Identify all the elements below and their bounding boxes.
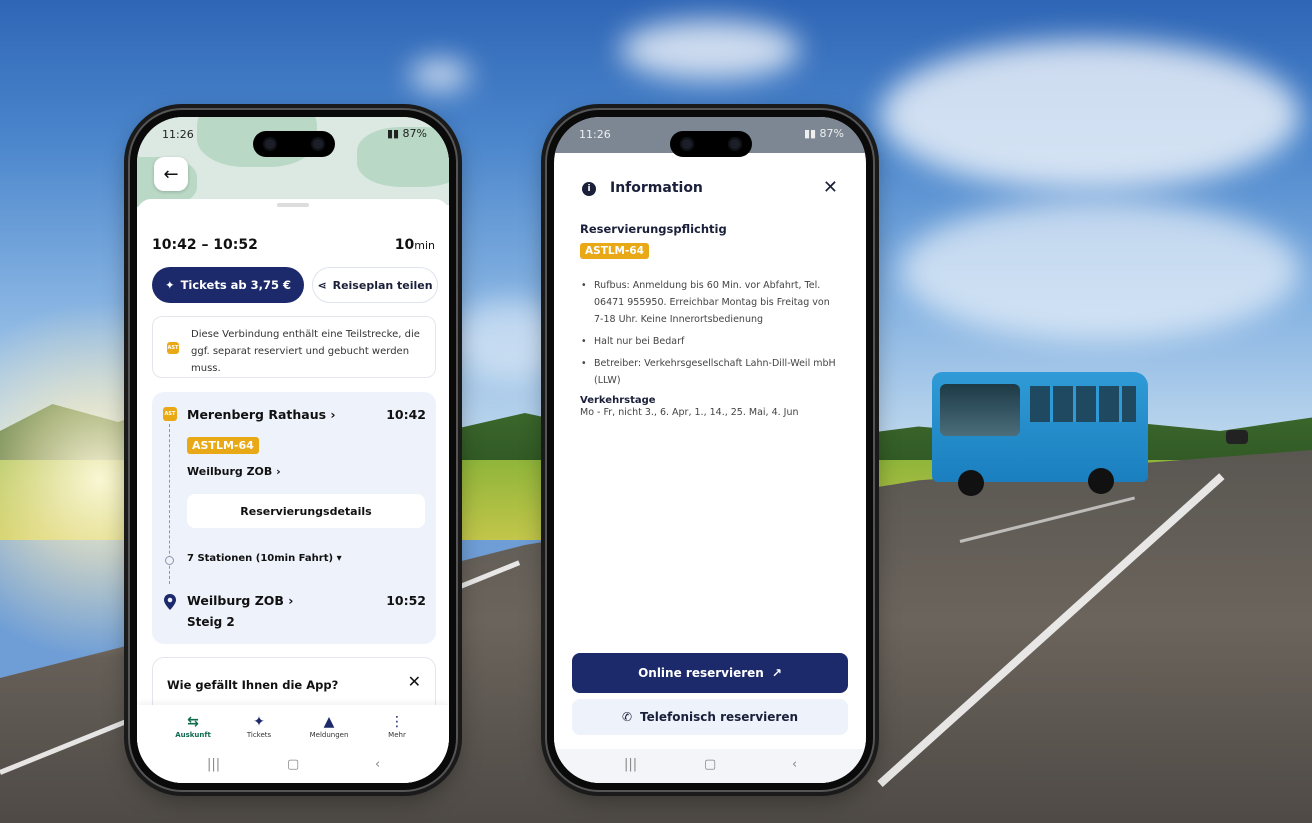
duration-value: 10 [394,237,415,253]
chevron-right-icon: › [330,407,336,422]
share-icon: ⋖ [317,278,327,292]
home-icon[interactable]: ▢ [704,757,716,772]
arrow-left-icon: ← [163,163,179,185]
destination-stop-name: Weilburg ZOB [187,593,284,608]
direction-link[interactable]: Weilburg ZOB › [187,465,281,478]
cloud [410,60,470,90]
origin-time: 10:42 [386,407,426,422]
dynamic-island [253,131,335,157]
share-plan-button[interactable]: ⋖ Reiseplan teilen [312,267,438,303]
cloud [880,40,1300,190]
phone-right-screen: 11:26 ▮▮ 87% i Information ✕ Reservierun… [554,117,866,783]
destination-time: 10:52 [386,593,426,608]
location-pin-icon [164,594,176,610]
chevron-right-icon: › [276,465,281,478]
tab-label: Tickets [246,731,272,739]
warning-icon: ▲ [323,714,335,730]
system-back-icon[interactable]: ‹ [792,757,797,772]
trip-sheet: 10:42 – 10:52 10min ✦ Tickets ab 3,75 € … [137,199,449,783]
line-badge: ASTLM-64 [580,243,649,259]
bus [918,372,1148,502]
trip-time-range: 10:42 – 10:52 [152,237,258,253]
info-list: Rufbus: Anmeldung bis 60 Min. vor Abfahr… [580,277,842,394]
tab-label: Mehr [388,731,406,739]
online-reserve-button[interactable]: Online reservieren ↗ [572,653,848,693]
tab-auskunft[interactable]: ⇆ Auskunft [163,713,223,739]
status-time: 11:26 [579,128,611,141]
system-back-icon[interactable]: ‹ [375,757,380,772]
home-icon[interactable]: ▢ [287,757,299,772]
ast-icon: AST [167,342,179,354]
platform-label: Steig 2 [187,615,235,629]
tab-label: Auskunft [175,731,211,739]
operating-days-heading: Verkehrstage [580,395,656,406]
battery-text: 87% [819,127,844,140]
tab-mehr[interactable]: ⋮ Mehr [367,713,427,739]
battery-level: ▮▮ 87% [386,127,427,140]
ticket-icon: ✦ [253,714,265,730]
dynamic-island [670,131,752,157]
partial-route-notice: AST Diese Verbindung enthält eine Teilst… [152,316,436,378]
reservation-details-button[interactable]: Reservierungsdetails [187,494,425,528]
reservation-required-heading: Reservierungspflichtig [580,222,727,236]
modal-title: Information [610,180,703,196]
destination-stop[interactable]: Weilburg ZOB › [187,593,293,608]
status-time: 11:26 [162,128,194,141]
list-item: Rufbus: Anmeldung bis 60 Min. vor Abfahr… [580,277,842,328]
share-button-label: Reiseplan teilen [332,278,433,292]
back-button[interactable]: ← [154,157,188,191]
system-nav-bar: ||| ▢ ‹ [137,749,449,783]
phone-right: 11:26 ▮▮ 87% i Information ✕ Reservierun… [545,108,875,792]
online-reserve-label: Online reservieren [638,666,764,680]
arrows-swap-icon: ⇆ [187,714,199,730]
phone-reserve-button[interactable]: ✆ Telefonisch reservieren [572,699,848,735]
intermediate-stops-dot [165,556,174,565]
notice-text: Diese Verbindung enthält eine Teilstreck… [191,329,420,374]
info-icon: i [582,182,596,196]
operating-days-value: Mo - Fr, nicht 3., 6. Apr, 1., 14., 25. … [580,407,799,418]
chevron-right-icon: › [288,593,294,608]
ast-icon: AST [163,407,177,421]
feedback-question: Wie gefällt Ihnen die App? [167,678,339,692]
phone-left: 11:26 ▮▮ 87% ← 10:42 – 10:52 10min ✦ Tic… [128,108,458,792]
close-icon[interactable]: ✕ [823,177,838,198]
stations-summary: 7 Stationen (10min Fahrt) [187,553,334,564]
phone-icon: ✆ [621,710,633,724]
stations-toggle[interactable]: 7 Stationen (10min Fahrt) ▾ [187,553,342,564]
tickets-button-label: Tickets ab 3,75 € [180,278,292,292]
route-card: AST Merenberg Rathaus › 10:42 ASTLM-64 W… [152,392,436,644]
cloud [620,20,800,80]
list-item: Betreiber: Verkehrsgesellschaft Lahn-Dil… [580,355,842,389]
duration-unit: min [414,239,435,252]
trip-duration: 10min [395,237,435,253]
more-vertical-icon: ⋮ [390,714,404,730]
phone-left-screen: 11:26 ▮▮ 87% ← 10:42 – 10:52 10min ✦ Tic… [137,117,449,783]
sheet-handle[interactable] [277,203,309,207]
system-nav-bar: ||| ▢ ‹ [554,749,866,783]
tickets-button[interactable]: ✦ Tickets ab 3,75 € [152,267,304,303]
line-badge: ASTLM-64 [187,437,259,454]
recent-apps-icon[interactable]: ||| [207,757,220,772]
external-link-icon: ↗ [771,666,782,680]
tab-meldungen[interactable]: ▲ Meldungen [299,713,359,739]
direction-name: Weilburg ZOB [187,465,273,478]
origin-stop[interactable]: Merenberg Rathaus › [187,407,336,422]
cloud [900,200,1300,340]
ticket-icon: ✦ [164,278,175,292]
list-item: Halt nur bei Bedarf [580,333,842,350]
car [1226,430,1248,444]
tab-label: Meldungen [309,731,349,739]
recent-apps-icon[interactable]: ||| [624,757,637,772]
caret-down-icon: ▾ [336,553,342,564]
battery-text: 87% [402,127,427,140]
close-icon[interactable]: ✕ [408,672,421,691]
phone-reserve-label: Telefonisch reservieren [640,710,799,724]
battery-level: ▮▮ 87% [803,127,844,140]
tab-tickets[interactable]: ✦ Tickets [229,713,289,739]
information-modal: i Information ✕ Reservierungspflichtig A… [554,153,866,783]
origin-stop-name: Merenberg Rathaus [187,407,327,422]
